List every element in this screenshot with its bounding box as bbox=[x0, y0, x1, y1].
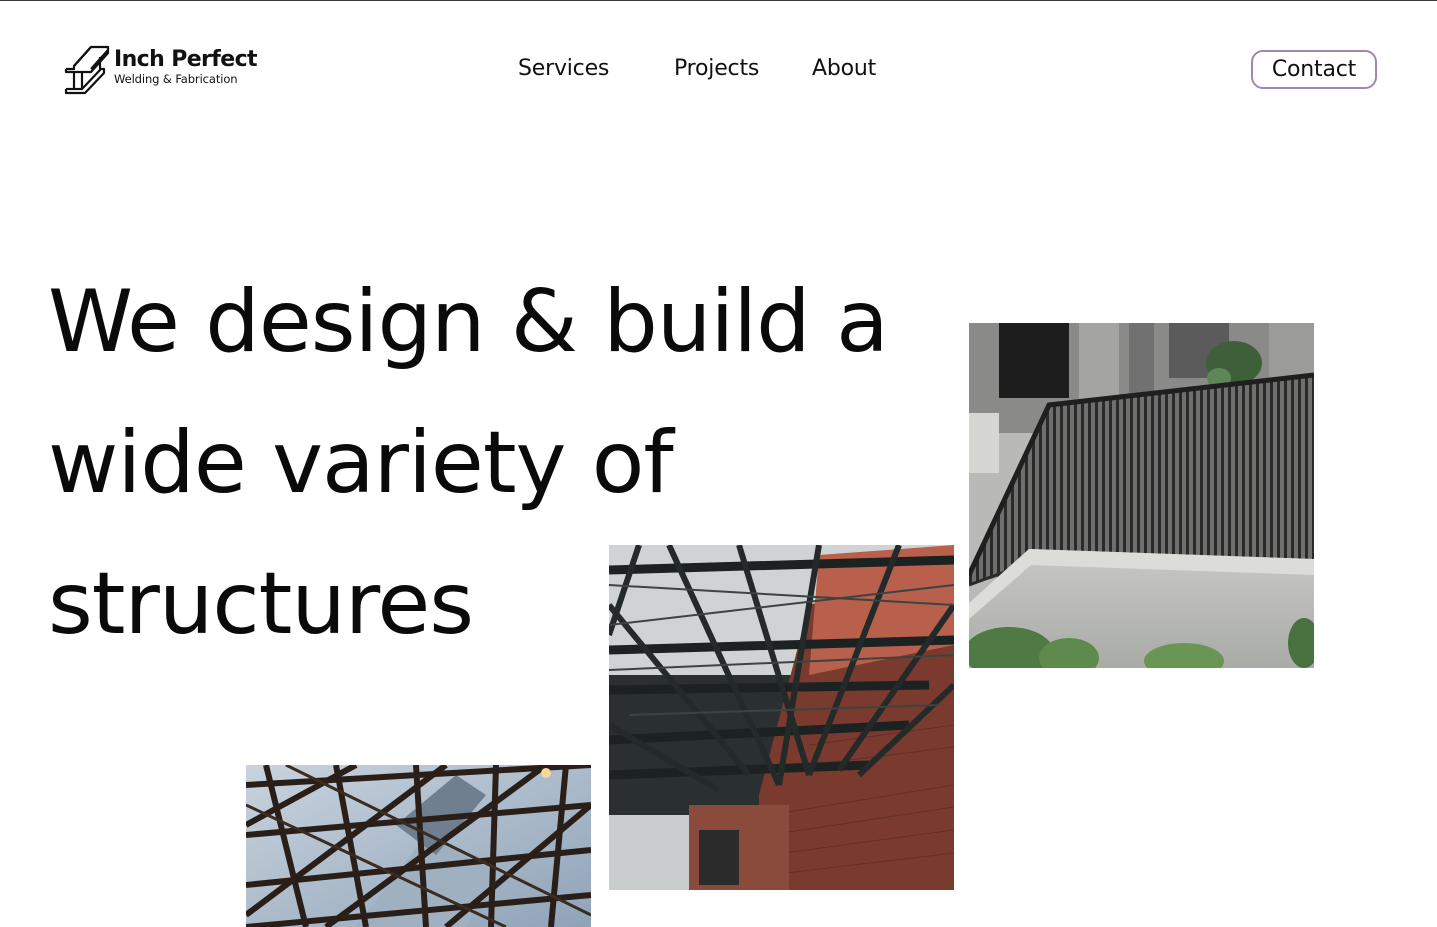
steel-roof-truss-photo bbox=[609, 545, 954, 890]
nav-link-services[interactable]: Services bbox=[518, 55, 609, 83]
hero-title-line: We design & build a bbox=[48, 272, 889, 372]
hero-title-line: wide variety of bbox=[48, 413, 674, 513]
glass-roof-lattice-photo bbox=[246, 765, 591, 927]
contact-button[interactable]: Contact bbox=[1251, 50, 1377, 89]
nav-link-projects[interactable]: Projects bbox=[674, 55, 759, 83]
top-border-line bbox=[0, 0, 1437, 1]
brand-logo[interactable]: Inch Perfect Welding & Fabrication bbox=[64, 43, 264, 97]
stair-railing-photo bbox=[969, 323, 1314, 668]
brand-tagline: Welding & Fabrication bbox=[114, 72, 238, 86]
brand-name: Inch Perfect bbox=[114, 47, 258, 72]
nav-link-about[interactable]: About bbox=[812, 55, 876, 83]
steel-i-beam-icon bbox=[64, 43, 110, 97]
